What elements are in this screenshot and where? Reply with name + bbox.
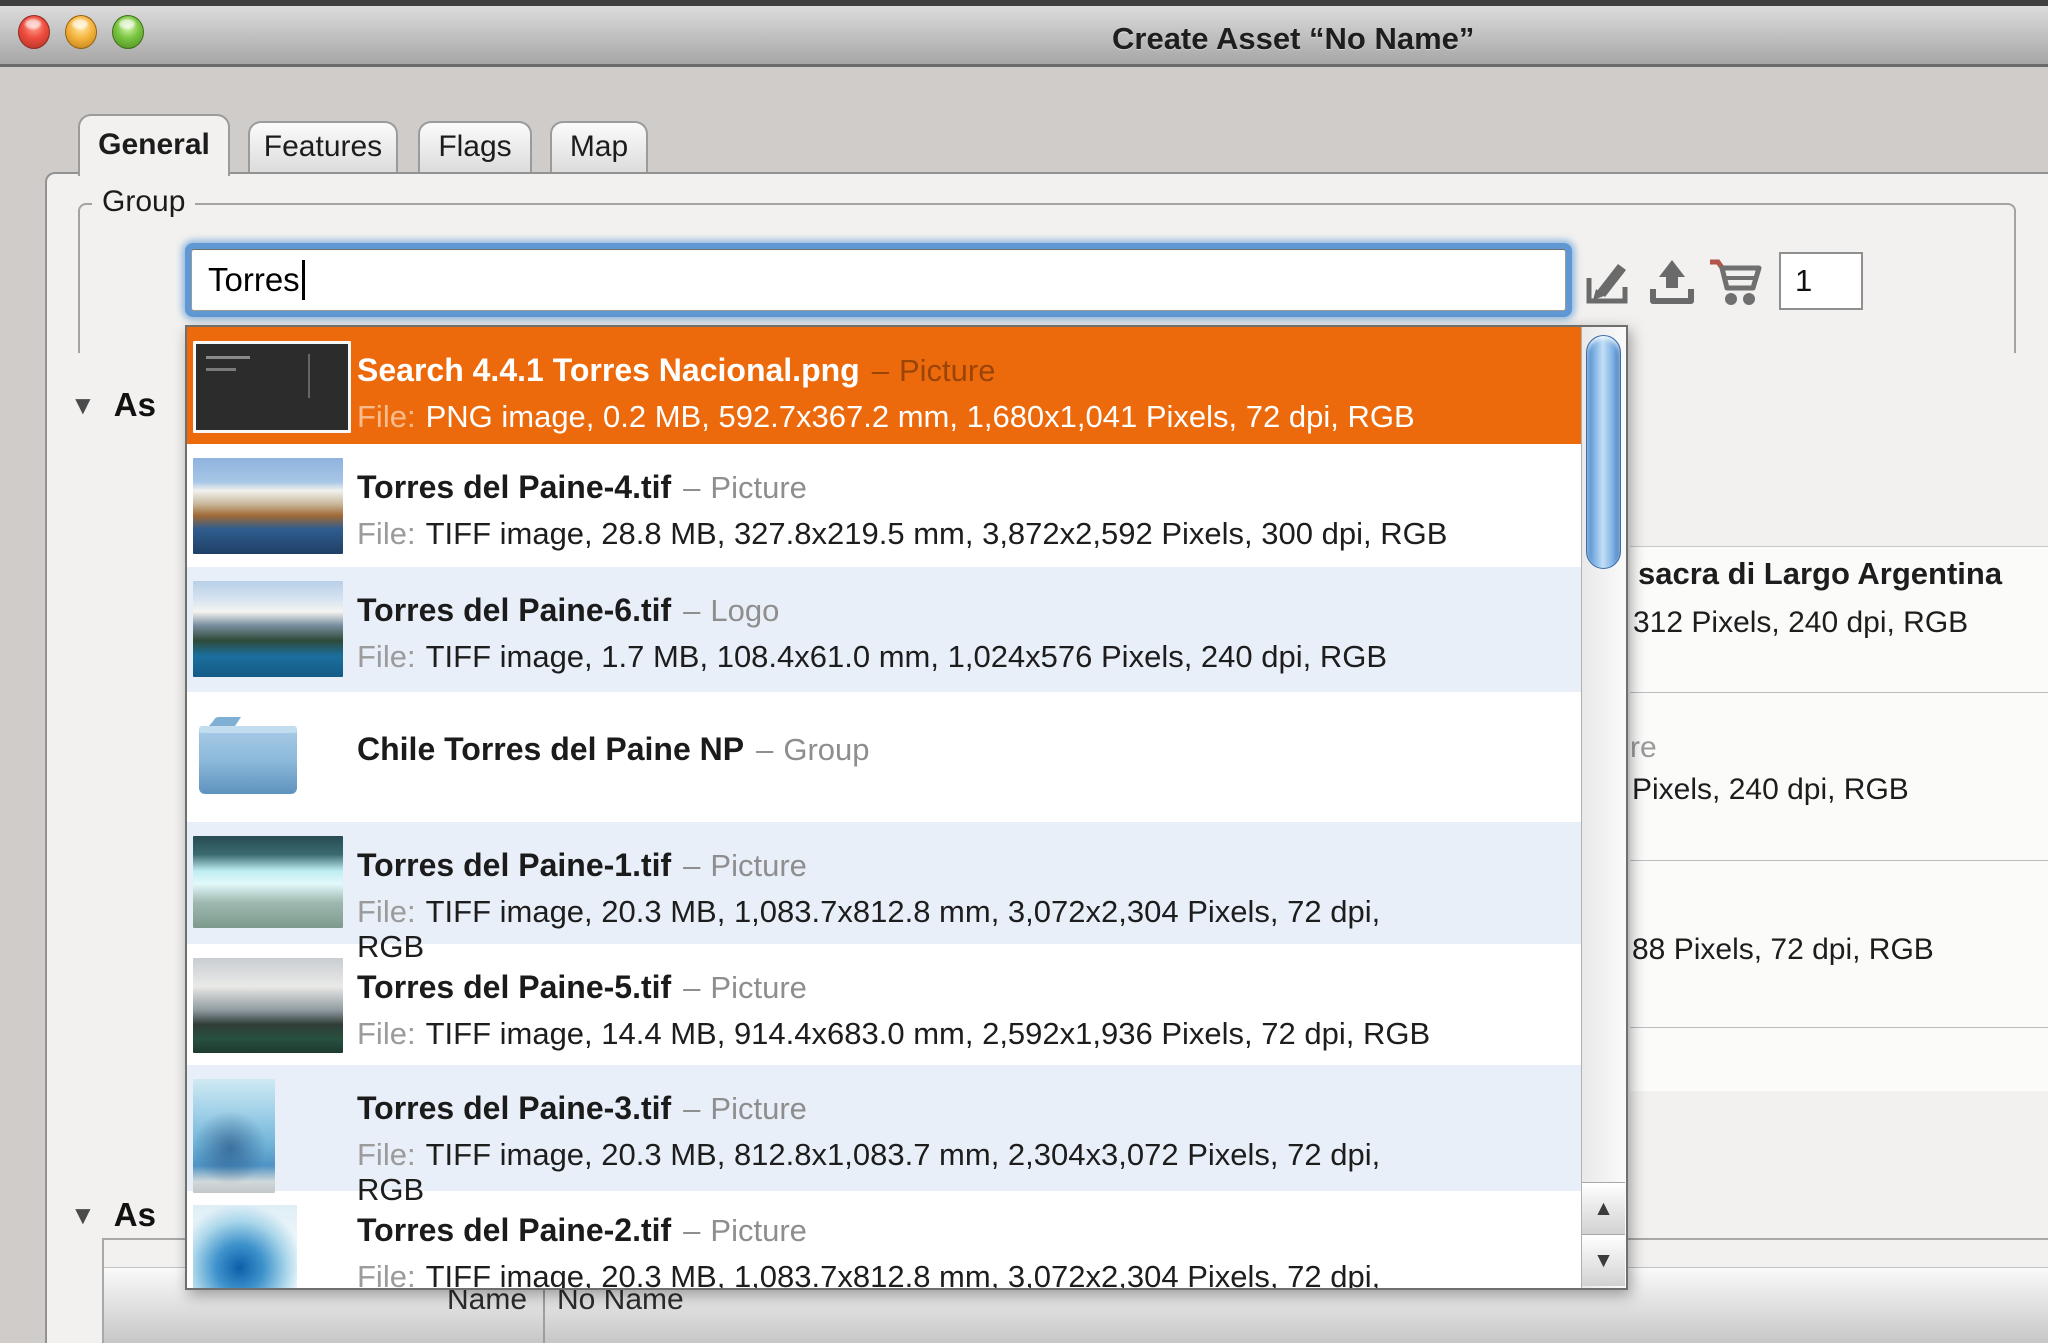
background-item-info: 88 Pixels, 72 dpi, RGB xyxy=(1632,933,1934,967)
search-input-value: Torres xyxy=(208,261,300,299)
item-title: Chile Torres del Paine NP–Group xyxy=(357,730,1584,775)
title-bar[interactable]: Create Asset “No Name” xyxy=(0,6,2048,67)
landscape-thumbnail xyxy=(193,581,343,677)
item-file-info: File:TIFF image, 14.4 MB, 914.4x683.0 mm… xyxy=(357,1016,1584,1051)
group-search-input[interactable]: Torres xyxy=(185,243,1572,317)
count-field[interactable]: 1 xyxy=(1779,252,1863,310)
text-caret xyxy=(302,260,305,300)
item-type: Picture xyxy=(710,970,806,1005)
item-title: Search 4.4.1 Torres Nacional.png–Picture xyxy=(357,351,1584,396)
dropdown-scrollbar[interactable]: ▲ ▼ xyxy=(1581,327,1626,1288)
item-name: Torres del Paine-5.tif xyxy=(357,969,671,1005)
item-title: Torres del Paine-1.tif–Picture xyxy=(357,846,1584,891)
item-title: Torres del Paine-2.tif–Picture xyxy=(357,1211,1584,1256)
edit-icon[interactable] xyxy=(1584,256,1632,313)
background-item-type-fragment: re xyxy=(1630,731,1657,765)
create-asset-window: Create Asset “No Name” General Features … xyxy=(0,0,2048,1343)
cart-icon[interactable] xyxy=(1706,255,1764,314)
list-divider xyxy=(1630,860,2048,861)
background-item-info: 312 Pixels, 240 dpi, RGB xyxy=(1633,606,1968,640)
assets-section-label: As xyxy=(114,1196,156,1234)
glacier-thumbnail xyxy=(193,836,343,928)
list-item[interactable]: Torres del Paine-4.tif–Picture File:TIFF… xyxy=(187,444,1584,567)
item-title: Torres del Paine-4.tif–Picture xyxy=(357,468,1584,513)
item-thumbnail xyxy=(193,339,357,444)
item-name: Torres del Paine-6.tif xyxy=(357,592,671,628)
list-item[interactable]: Torres del Paine-5.tif–Picture File:TIFF… xyxy=(187,944,1584,1065)
window-title: Create Asset “No Name” xyxy=(1112,21,1474,57)
tab-general[interactable]: General xyxy=(78,114,230,176)
item-name: Torres del Paine-1.tif xyxy=(357,847,671,883)
item-file-info: File:TIFF image, 28.8 MB, 327.8x219.5 mm… xyxy=(357,516,1584,551)
ice-thumbnail xyxy=(193,1079,275,1193)
list-item[interactable]: Chile Torres del Paine NP–Group xyxy=(187,692,1584,822)
item-title: Torres del Paine-5.tif–Picture xyxy=(357,968,1584,1013)
list-item[interactable]: Torres del Paine-1.tif–Picture File:TIFF… xyxy=(187,822,1584,944)
upload-icon[interactable] xyxy=(1648,258,1696,313)
list-item[interactable]: Torres del Paine-3.tif–Picture File:TIFF… xyxy=(187,1065,1584,1191)
landscape-thumbnail xyxy=(193,458,343,554)
item-name: Torres del Paine-2.tif xyxy=(357,1212,671,1248)
assets-section-header: ▼ As xyxy=(70,386,156,424)
item-thumbnail xyxy=(193,834,357,944)
tab-features[interactable]: Features xyxy=(248,121,398,172)
scrollbar-thumb[interactable] xyxy=(1586,335,1621,569)
item-thumbnail xyxy=(193,1077,357,1191)
tab-map[interactable]: Map xyxy=(550,121,648,172)
item-file-info: File:TIFF image, 20.3 MB, 1,083.7x812.8 … xyxy=(357,1259,1584,1290)
tab-flags[interactable]: Flags xyxy=(418,121,532,172)
background-item-info: Pixels, 240 dpi, RGB xyxy=(1632,773,1909,807)
scroll-down-button[interactable]: ▼ xyxy=(1582,1234,1625,1286)
item-type: Logo xyxy=(710,593,779,628)
disclosure-triangle-icon[interactable]: ▼ xyxy=(70,1200,96,1231)
list-divider xyxy=(1630,692,2048,693)
list-item-selected[interactable]: Search 4.4.1 Torres Nacional.png–Picture… xyxy=(187,327,1584,444)
item-file-info: File:PNG image, 0.2 MB, 592.7x367.2 mm, … xyxy=(357,399,1584,434)
item-type: Picture xyxy=(710,1091,806,1126)
screenshot-thumbnail xyxy=(193,341,351,433)
background-item-title: sacra di Largo Argentina xyxy=(1638,556,2002,592)
item-thumbnail xyxy=(193,456,357,567)
item-type: Group xyxy=(783,732,869,767)
close-button[interactable] xyxy=(18,15,50,49)
minimize-button[interactable] xyxy=(65,15,97,49)
item-file-info: File:TIFF image, 20.3 MB, 812.8x1,083.7 … xyxy=(357,1137,1584,1172)
list-divider xyxy=(1630,1027,2048,1028)
item-type: Picture xyxy=(899,353,995,388)
item-thumbnail xyxy=(193,704,357,822)
list-item[interactable]: Torres del Paine-6.tif–Logo File:TIFF im… xyxy=(187,567,1584,692)
item-thumbnail xyxy=(193,956,357,1065)
ice-blob-thumbnail xyxy=(193,1205,297,1290)
item-thumbnail xyxy=(193,579,357,692)
disclosure-triangle-icon[interactable]: ▼ xyxy=(70,390,96,421)
item-type: Picture xyxy=(710,848,806,883)
group-fieldset-label: Group xyxy=(92,185,195,219)
item-thumbnail xyxy=(193,1203,357,1290)
zoom-button[interactable] xyxy=(112,15,144,49)
assets-section-label: As xyxy=(114,386,156,424)
item-name: Torres del Paine-4.tif xyxy=(357,469,671,505)
item-title: Torres del Paine-6.tif–Logo xyxy=(357,591,1584,636)
item-file-info: File:TIFF image, 1.7 MB, 108.4x61.0 mm, … xyxy=(357,639,1584,674)
item-title: Torres del Paine-3.tif–Picture xyxy=(357,1089,1584,1134)
item-name: Search 4.4.1 Torres Nacional.png xyxy=(357,352,860,388)
list-item[interactable]: Torres del Paine-2.tif–Picture File:TIFF… xyxy=(187,1191,1584,1290)
item-type: Picture xyxy=(710,1213,806,1248)
scroll-up-button[interactable]: ▲ xyxy=(1582,1182,1625,1234)
folder-icon xyxy=(195,710,301,798)
item-name: Torres del Paine-3.tif xyxy=(357,1090,671,1126)
item-file-info: File:TIFF image, 20.3 MB, 1,083.7x812.8 … xyxy=(357,894,1584,929)
search-results-dropdown: Search 4.4.1 Torres Nacional.png–Picture… xyxy=(185,325,1628,1290)
item-type: Picture xyxy=(710,470,806,505)
landscape-thumbnail xyxy=(193,958,343,1053)
item-name: Chile Torres del Paine NP xyxy=(357,731,744,767)
assets-section-header: ▼ As xyxy=(70,1196,156,1234)
